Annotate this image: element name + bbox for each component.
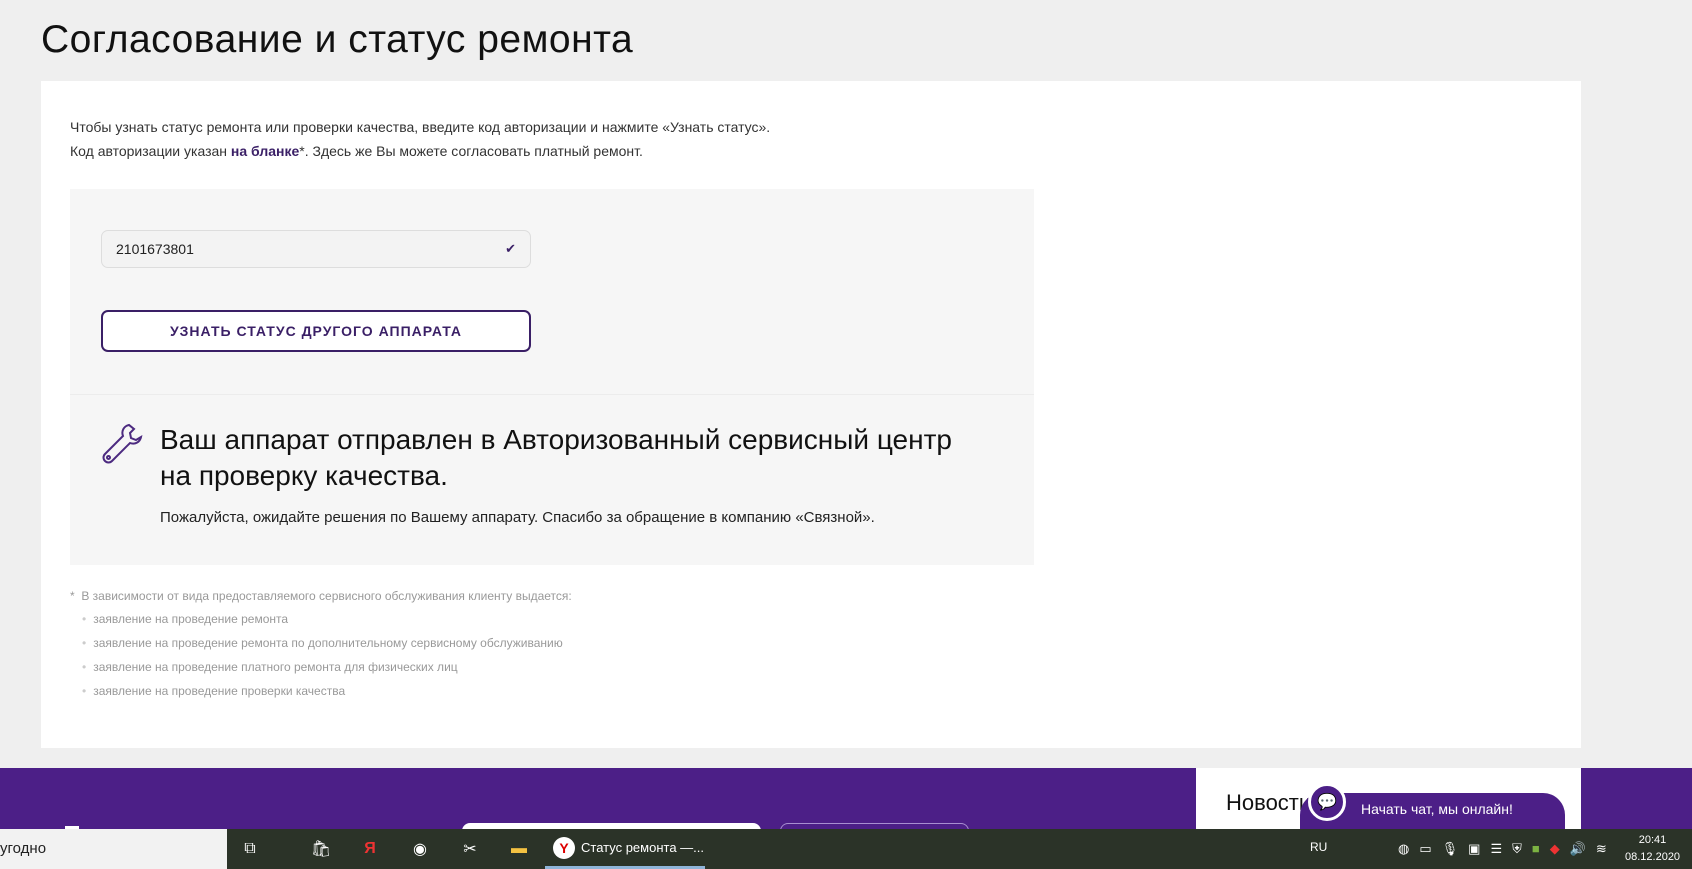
chrome-icon[interactable]: ◉ xyxy=(408,837,432,861)
wrench-icon xyxy=(102,423,143,464)
taskbar-active-browser[interactable]: Y Статус ремонта —... xyxy=(545,829,705,869)
nvidia-icon[interactable]: ■ xyxy=(1532,841,1540,857)
blank-link[interactable]: на бланке xyxy=(231,143,299,159)
clock-date: 08.12.2020 xyxy=(1625,851,1681,863)
auth-code-field[interactable]: 2101673801 ✔ xyxy=(101,230,531,268)
epic-games-icon[interactable]: ▣ xyxy=(1468,841,1480,857)
clock[interactable]: 20:41 08.12.2020 xyxy=(1625,832,1680,866)
status-heading: Ваш аппарат отправлен в Авторизованный с… xyxy=(160,424,952,491)
file-explorer-icon[interactable]: ▬ xyxy=(507,837,531,861)
windows-taskbar: угодно ⧉ 🛍 Я ◉ ✂ ▬ Y Статус ремонта —... … xyxy=(0,829,1692,869)
check-icon: ✔ xyxy=(505,241,516,256)
active-app-title: Статус ремонта —... xyxy=(581,840,704,855)
content-panel: Чтобы узнать статус ремонта или проверки… xyxy=(41,81,1581,748)
intro-line-1: Чтобы узнать статус ремонта или проверки… xyxy=(70,119,771,135)
clock-time: 20:41 xyxy=(1638,834,1667,846)
news-label: Новости xyxy=(1226,790,1312,815)
app-tray-icon[interactable]: ◆ xyxy=(1550,841,1560,857)
footnote-item: заявление на проведение ремонта xyxy=(82,612,572,636)
page-title: Согласование и статус ремонта xyxy=(41,18,634,61)
footnotes: * В зависимости от вида предоставляемого… xyxy=(70,589,572,708)
yandex-browser-icon: Y xyxy=(553,836,575,859)
footnote-intro: * В зависимости от вида предоставляемого… xyxy=(70,589,572,603)
footnote-intro-text: В зависимости от вида предоставляемого с… xyxy=(81,589,572,603)
intro-line-2: Код авторизации указан на бланке*. Здесь… xyxy=(70,139,770,163)
status-box: 2101673801 ✔ УЗНАТЬ СТАТУС ДРУГОГО АППАР… xyxy=(70,189,1034,565)
battery-icon[interactable]: ▭ xyxy=(1419,841,1431,857)
snipping-tool-icon[interactable]: ✂ xyxy=(458,837,482,861)
wifi-icon[interactable]: ≋ xyxy=(1596,841,1607,857)
notifications-icon[interactable]: ☰ xyxy=(1490,841,1502,857)
footnote-item: заявление на проведение проверки качеств… xyxy=(82,684,572,708)
intro-text-part: Код авторизации указан xyxy=(70,143,231,159)
chat-label: Начать чат, мы онлайн! xyxy=(1361,801,1513,817)
status-text: Пожалуйста, ожидайте решения по Вашему а… xyxy=(160,509,875,526)
store-icon[interactable]: 🛍 xyxy=(309,837,333,861)
intro-text: Чтобы узнать статус ремонта или проверки… xyxy=(70,115,770,163)
taskbar-search[interactable]: угодно xyxy=(0,829,227,869)
security-icon[interactable]: ⛨ xyxy=(1512,841,1522,857)
footnote-item: заявление на проведение ремонта по допол… xyxy=(82,636,572,660)
microphone-icon[interactable]: 🎙 xyxy=(1442,841,1459,857)
intro-text-part: *. Здесь же Вы можете согласовать платны… xyxy=(299,143,643,159)
auth-code-value: 2101673801 xyxy=(116,241,194,257)
search-text: угодно xyxy=(0,840,47,857)
check-other-device-button[interactable]: УЗНАТЬ СТАТУС ДРУГОГО АППАРАТА xyxy=(101,310,531,352)
system-tray: ◍ ▭ 🎙 ▣ ☰ ⛨ ■ ◆ 🔊 ≋ xyxy=(1398,841,1607,857)
language-indicator[interactable]: RU xyxy=(1310,840,1327,854)
divider xyxy=(70,394,1034,395)
yandex-icon[interactable]: Я xyxy=(358,837,382,861)
volume-icon[interactable]: 🔊 xyxy=(1570,841,1586,857)
task-view-icon[interactable]: ⧉ xyxy=(238,837,262,861)
footnote-item: заявление на проведение платного ремонта… xyxy=(82,660,572,684)
steam-icon[interactable]: ◍ xyxy=(1398,841,1409,857)
site-footer: Новости Начать чат, мы онлайн! 💬 xyxy=(0,768,1692,833)
chat-bubble-icon[interactable]: 💬 xyxy=(1308,783,1346,821)
